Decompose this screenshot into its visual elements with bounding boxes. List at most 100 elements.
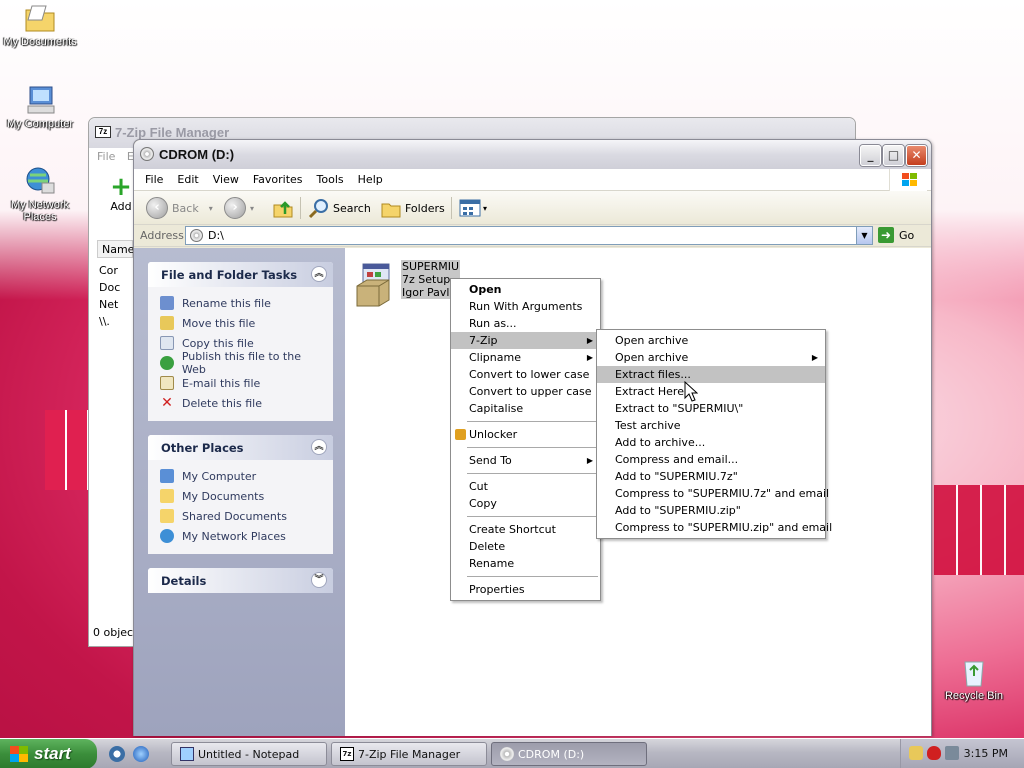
list-item[interactable]: Cor: [99, 262, 120, 279]
system-tray: 3:15 PM: [900, 739, 1024, 768]
menu-help[interactable]: Help: [351, 169, 390, 190]
panel-header[interactable]: Details ︾: [148, 568, 333, 593]
tray-tools-icon[interactable]: [909, 746, 923, 760]
chevron-up-icon[interactable]: ︽: [311, 266, 327, 282]
place-shared-documents[interactable]: Shared Documents: [160, 506, 327, 526]
menu-item-extract-to-supermiu[interactable]: Extract to "SUPERMIU\": [597, 400, 825, 417]
chevron-down-icon[interactable]: ︾: [311, 572, 327, 588]
wallpaper-tiles: [934, 485, 1024, 575]
menu-item-open-archive[interactable]: Open archive ▶: [597, 349, 825, 366]
views-button[interactable]: ▾: [459, 197, 487, 219]
menu-view[interactable]: View: [206, 169, 246, 190]
setup-file-icon[interactable]: [353, 262, 393, 308]
desktop-icon-my-documents[interactable]: My Documents: [0, 2, 80, 48]
menu-item-properties[interactable]: Properties: [451, 581, 600, 598]
task-email[interactable]: E-mail this file: [160, 373, 327, 393]
menu-item-create-shortcut[interactable]: Create Shortcut: [451, 521, 600, 538]
task-rename[interactable]: Rename this file: [160, 293, 327, 313]
menu-item-run-as[interactable]: Run as...: [451, 315, 600, 332]
menu-item-add-to-supermiu-7z[interactable]: Add to "SUPERMIU.7z": [597, 468, 825, 485]
task-move[interactable]: Move this file: [160, 313, 327, 333]
menu-separator: [467, 473, 598, 474]
menu-item-compress-to-supermiu-zip-and-email[interactable]: Compress to "SUPERMIU.zip" and email: [597, 519, 832, 536]
panel-header[interactable]: File and Folder Tasks ︽: [148, 262, 333, 287]
menu-item-send-to[interactable]: Send To ▶: [451, 452, 600, 469]
menu-item-7-zip[interactable]: 7-Zip ▶: [451, 332, 600, 349]
task-delete[interactable]: ✕ Delete this file: [160, 393, 327, 413]
folders-button[interactable]: Folders: [380, 197, 445, 219]
chevron-down-icon[interactable]: ▾: [250, 204, 254, 213]
chevron-down-icon[interactable]: ▾: [209, 204, 213, 213]
chevron-up-icon[interactable]: ︽: [311, 439, 327, 455]
task-7zip[interactable]: 7z 7-Zip File Manager: [331, 742, 487, 766]
menu-item-rename[interactable]: Rename: [451, 555, 600, 572]
list-item[interactable]: Net: [99, 296, 120, 313]
up-folder-button[interactable]: [272, 197, 294, 219]
quicklaunch-desktop-icon[interactable]: [109, 746, 125, 762]
desktop-icon-recycle-bin[interactable]: Recycle Bin: [934, 656, 1014, 702]
panel-header[interactable]: Other Places ︽: [148, 435, 333, 460]
windows-flag-icon: [10, 746, 28, 762]
menu-favorites[interactable]: Favorites: [246, 169, 310, 190]
menu-item-label: Add to archive...: [615, 436, 706, 449]
place-my-network-places[interactable]: My Network Places: [160, 526, 327, 546]
menu-item-clipname[interactable]: Clipname ▶: [451, 349, 600, 366]
menu-item-label: Clipname: [469, 351, 521, 364]
menu-item-cut[interactable]: Cut: [451, 478, 600, 495]
menu-item-add-to-supermiu-zip[interactable]: Add to "SUPERMIU.zip": [597, 502, 825, 519]
list-item[interactable]: \\.: [99, 313, 120, 330]
menu-item-label: Send To: [469, 454, 512, 467]
internet-explorer-icon[interactable]: [133, 746, 149, 762]
menu-item-compress-to-supermiu-7z-and-email[interactable]: Compress to "SUPERMIU.7z" and email: [597, 485, 829, 502]
place-my-computer[interactable]: My Computer: [160, 466, 327, 486]
menu-item-label: Open archive: [615, 334, 689, 347]
place-my-documents[interactable]: My Documents: [160, 486, 327, 506]
search-button[interactable]: Search: [308, 197, 371, 219]
go-button[interactable]: ➜ Go: [878, 227, 914, 243]
task-notepad[interactable]: Untitled - Notepad: [171, 742, 327, 766]
desktop-icon-my-network-places[interactable]: My Network Places: [0, 165, 80, 223]
menu-item-label: Add to "SUPERMIU.zip": [615, 504, 741, 517]
minimize-button[interactable]: _: [860, 145, 881, 166]
wallpaper-tiles-left: [45, 410, 90, 490]
explorer-titlebar[interactable]: CDROM (D:) _ □ ✕: [134, 140, 931, 169]
menu-item-copy[interactable]: Copy: [451, 495, 600, 512]
task-cdrom[interactable]: CDROM (D:): [491, 742, 647, 766]
tray-shield-icon[interactable]: [927, 746, 941, 760]
task-publish[interactable]: Publish this file to the Web: [160, 350, 327, 376]
menu-file[interactable]: File: [138, 169, 170, 190]
task-label: E-mail this file: [182, 376, 261, 390]
maximize-button[interactable]: □: [883, 145, 904, 166]
list-item[interactable]: Doc: [99, 279, 120, 296]
menu-item-compress-and-email[interactable]: Compress and email...: [597, 451, 825, 468]
menu-edit[interactable]: Edit: [170, 169, 205, 190]
start-button[interactable]: start: [0, 739, 97, 768]
7zip-menu-file[interactable]: File: [97, 150, 115, 163]
menu-item-open-archive[interactable]: Open archive: [597, 332, 825, 349]
close-button[interactable]: ✕: [906, 145, 927, 166]
menu-item-convert-to-upper-case[interactable]: Convert to upper case: [451, 383, 600, 400]
menu-item-delete[interactable]: Delete: [451, 538, 600, 555]
column-header-name[interactable]: Name: [97, 240, 134, 258]
tray-network-icon[interactable]: [945, 746, 959, 760]
menu-item-unlocker[interactable]: Unlocker: [451, 426, 600, 443]
menu-tools[interactable]: Tools: [310, 169, 351, 190]
desktop-icon-my-computer[interactable]: My Computer: [0, 84, 80, 130]
menu-item-add-to-archive[interactable]: Add to archive...: [597, 434, 825, 451]
close-icon: ✕: [911, 148, 922, 162]
menu-item-convert-to-lower-case[interactable]: Convert to lower case: [451, 366, 600, 383]
address-input[interactable]: D:\ ▼: [185, 226, 873, 245]
folders-label: Folders: [405, 201, 445, 215]
menu-item-open[interactable]: Open: [451, 281, 600, 298]
menu-item-extract-files[interactable]: Extract files...: [597, 366, 825, 383]
menu-item-label: Add to "SUPERMIU.7z": [615, 470, 738, 483]
forward-button[interactable]: › ▾: [224, 197, 254, 219]
back-button[interactable]: ‹ Back ▾: [146, 197, 213, 219]
menu-item-label: Extract Here: [615, 385, 684, 398]
menu-item-run-with-arguments[interactable]: Run With Arguments: [451, 298, 600, 315]
menu-item-extract-here[interactable]: Extract Here: [597, 383, 825, 400]
menu-item-test-archive[interactable]: Test archive: [597, 417, 825, 434]
task-label: Publish this file to the Web: [181, 350, 301, 376]
menu-item-capitalise[interactable]: Capitalise: [451, 400, 600, 417]
address-dropdown[interactable]: ▼: [856, 227, 872, 244]
